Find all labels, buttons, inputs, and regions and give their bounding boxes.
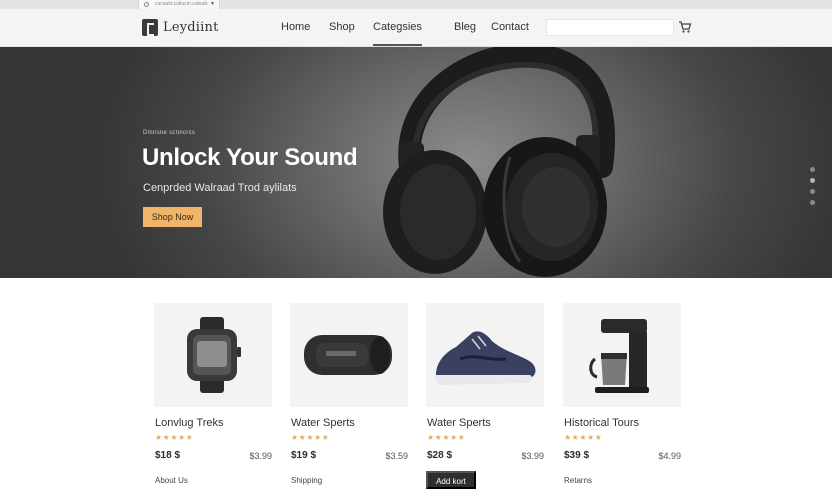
tab-favicon-icon xyxy=(144,2,149,7)
browser-chrome: cucuukt.cukucm.cukuck ▾ xyxy=(0,0,832,9)
shop-now-button[interactable]: Shop Now xyxy=(143,207,202,227)
product-price: $39 $ xyxy=(564,450,590,461)
search-input[interactable] xyxy=(546,19,674,36)
nav-blog[interactable]: Bleg xyxy=(454,21,476,33)
rating-stars: ★★★★★ xyxy=(427,433,466,442)
nav-categories[interactable]: Categsies xyxy=(373,21,422,46)
product-image-speaker[interactable] xyxy=(290,303,408,407)
nav-shop[interactable]: Shop xyxy=(329,21,355,33)
tab-title: cucuukt.cukucm.cukuck xyxy=(155,1,208,7)
footer-link-shipping[interactable]: Shipping xyxy=(291,476,322,485)
headphones-image xyxy=(383,47,616,277)
product-name[interactable]: Water Sperts xyxy=(291,417,355,429)
carousel-dot-3[interactable] xyxy=(810,189,815,194)
hero-subtitle: Cenprded Walraad Trod aylilats xyxy=(143,182,297,194)
product-name[interactable]: Water Sperts xyxy=(427,417,491,429)
rating-stars: ★★★★★ xyxy=(291,433,330,442)
product-card[interactable]: Lonvlug Treks ★★★★★ $18 $ $3.99 About Us xyxy=(154,303,272,485)
add-to-cart-button[interactable]: Add kort xyxy=(426,471,476,489)
rating-stars: ★★★★★ xyxy=(155,433,194,442)
hero-title: Unlock Your Sound xyxy=(142,144,358,171)
product-name[interactable]: Historical Tours xyxy=(564,417,639,429)
carousel-dot-4[interactable] xyxy=(810,200,815,205)
tab-dropdown-icon[interactable]: ▾ xyxy=(211,0,214,7)
footer-link-about[interactable]: About Us xyxy=(155,476,188,485)
product-image-coffee-maker[interactable] xyxy=(563,303,681,407)
product-old-price: $3.99 xyxy=(249,451,272,461)
product-price: $28 $ xyxy=(427,450,453,461)
hero-banner: Dmnsne scnncrcs Unlock Your Sound Cenprd… xyxy=(0,47,832,278)
product-name[interactable]: Lonvlug Treks xyxy=(155,417,223,429)
product-image-shoe[interactable] xyxy=(426,303,544,407)
nav-contact[interactable]: Contact xyxy=(491,21,529,33)
product-card[interactable]: Historical Tours ★★★★★ $39 $ $4.99 Retar… xyxy=(563,303,681,485)
product-image-smartwatch[interactable] xyxy=(154,303,272,407)
cart-icon[interactable] xyxy=(678,20,692,34)
product-price: $18 $ xyxy=(155,450,181,461)
logo-text[interactable]: Leydiint xyxy=(163,20,219,35)
site-navbar: Leydiint Home Shop Categsies Bleg Contac… xyxy=(0,9,832,47)
product-old-price: $3.99 xyxy=(521,451,544,461)
carousel-dot-2[interactable] xyxy=(810,178,815,183)
product-old-price: $4.99 xyxy=(658,451,681,461)
carousel-dot-1[interactable] xyxy=(810,167,815,172)
product-card[interactable]: Water Sperts ★★★★★ $19 $ $3.59 Shipping xyxy=(290,303,408,485)
browser-tab[interactable]: cucuukt.cukucm.cukuck ▾ xyxy=(138,0,220,9)
logo-mark-icon[interactable] xyxy=(142,19,158,36)
rating-stars: ★★★★★ xyxy=(564,433,603,442)
product-card[interactable]: Water Sperts ★★★★★ $28 $ $3.99 Add kort xyxy=(426,303,544,489)
nav-home[interactable]: Home xyxy=(281,21,310,33)
footer-link-returns[interactable]: Retarns xyxy=(564,476,592,485)
product-old-price: $3.59 xyxy=(385,451,408,461)
product-price: $19 $ xyxy=(291,450,317,461)
hero-eyebrow: Dmnsne scnncrcs xyxy=(143,130,196,136)
